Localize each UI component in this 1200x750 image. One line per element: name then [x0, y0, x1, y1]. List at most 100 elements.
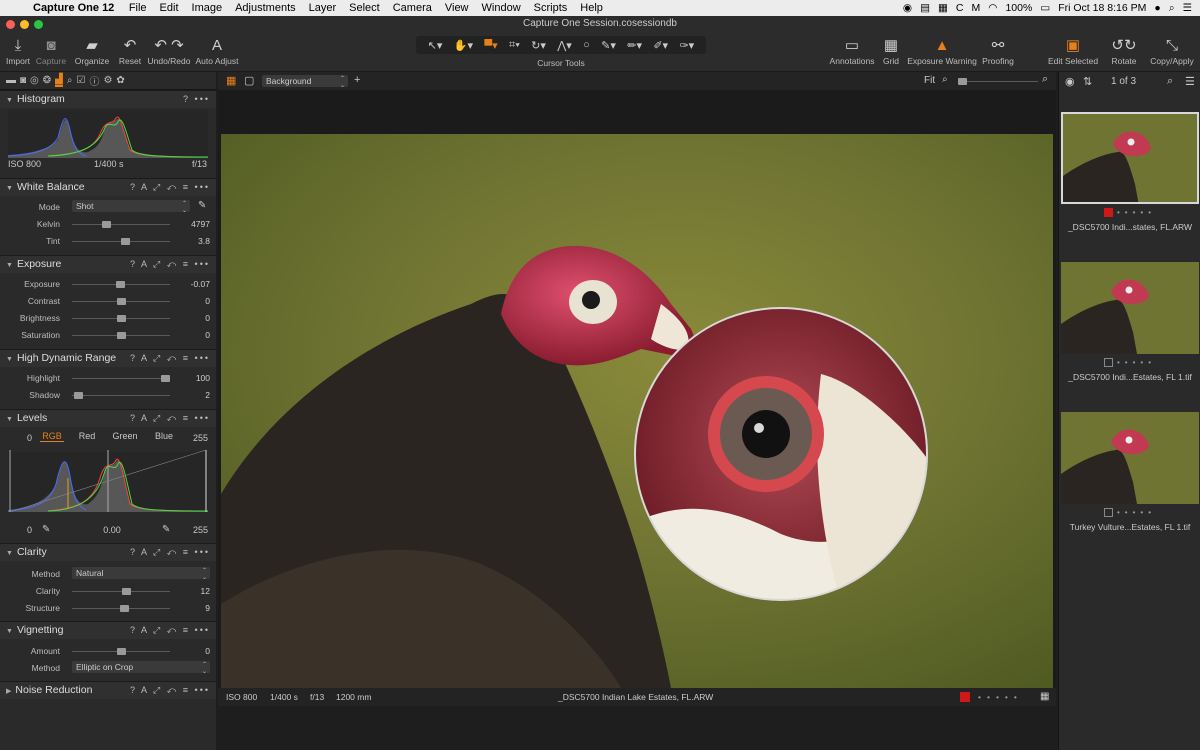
close-window-button[interactable]: [6, 19, 15, 29]
library-tab-icon[interactable]: ▬: [6, 75, 16, 86]
levels-header[interactable]: ▼ Levels ? A ⤢ ↶ ≡ •••: [0, 409, 216, 427]
levels-tab-green[interactable]: Green: [110, 431, 140, 441]
menu-window[interactable]: Window: [475, 2, 527, 14]
menu-view[interactable]: View: [438, 2, 475, 14]
hdr-track-0[interactable]: [72, 378, 170, 379]
adjustments-tab-icon[interactable]: ☑: [76, 75, 85, 86]
exposure-slider-2[interactable]: [116, 315, 126, 322]
hdr-slider-1[interactable]: [73, 392, 83, 399]
noise-reduction-header[interactable]: ▶ Noise Reduction ? A ⤢ ↶ ≡ •••: [0, 681, 216, 699]
auto-adjust-button[interactable]: A Auto Adjust: [194, 36, 240, 66]
menu-adjustments[interactable]: Adjustments: [229, 2, 303, 14]
zoom-slider[interactable]: [958, 78, 967, 85]
rotate-cursor-icon[interactable]: ↻▾: [531, 39, 546, 52]
thumbnail-color-tag[interactable]: [1103, 208, 1113, 218]
levels-tab-blue[interactable]: Blue: [152, 431, 176, 441]
hdr-value-0[interactable]: 100: [170, 373, 210, 383]
select-cursor-icon[interactable]: ↖▾: [428, 39, 443, 52]
levels-histogram[interactable]: [8, 448, 208, 514]
capture-tab-icon[interactable]: ◙: [20, 75, 26, 86]
vignetting-tools[interactable]: ? A ⤢ ↶ ≡ •••: [130, 622, 210, 639]
clarity-slider-0[interactable]: [121, 588, 131, 595]
menu-edit[interactable]: Edit: [153, 2, 185, 14]
sort-icon[interactable]: ⇅: [1083, 75, 1092, 88]
levels-output-high[interactable]: 255: [180, 525, 208, 535]
tint-value[interactable]: 3.8: [170, 236, 210, 246]
import-button[interactable]: ⤓ Import: [4, 36, 32, 66]
organize-button[interactable]: ▰ Organize: [72, 36, 112, 66]
thumbnail-rating[interactable]: •••••: [1059, 508, 1200, 518]
exposure-value-1[interactable]: 0: [170, 296, 210, 306]
multi-view-icon[interactable]: ▦: [226, 74, 236, 87]
thumbnail-rating[interactable]: •••••: [1059, 208, 1200, 218]
hdr-header[interactable]: ▼ High Dynamic Range ? A ⤢ ↶ ≡ •••: [0, 349, 216, 367]
menu-scripts[interactable]: Scripts: [527, 2, 574, 14]
spotlight-icon[interactable]: ⌕: [1169, 2, 1175, 15]
exposure-value-3[interactable]: 0: [170, 330, 210, 340]
user-icon[interactable]: ●: [1154, 2, 1160, 14]
exposure-value-0[interactable]: -0.07: [170, 279, 210, 289]
main-photo[interactable]: [221, 134, 1053, 688]
wb-mode-select[interactable]: Shot: [72, 200, 190, 214]
kelvin-value[interactable]: 4797: [170, 219, 210, 229]
reset-button[interactable]: ↶ Reset: [116, 36, 144, 66]
zoom-track[interactable]: [958, 81, 1038, 82]
levels-tools[interactable]: ? A ⤢ ↶ ≡ •••: [130, 410, 210, 427]
white-picker-icon[interactable]: ✎: [162, 524, 170, 535]
exposure-slider-3[interactable]: [116, 332, 126, 339]
thumbnail-image[interactable]: [1061, 112, 1199, 204]
filmstrip-icon[interactable]: ▦: [938, 2, 948, 14]
battery-icon[interactable]: ▭: [1040, 2, 1050, 14]
notification-icon[interactable]: ☰: [1183, 2, 1192, 14]
clarity-header[interactable]: ▼ Clarity ? A ⤢ ↶ ≡ •••: [0, 543, 216, 561]
clarity-value-0[interactable]: 12: [170, 586, 210, 596]
thumbnail-rating[interactable]: •••••: [1059, 358, 1200, 368]
zoom-window-button[interactable]: [34, 19, 43, 29]
rotate-button[interactable]: ↺↻ Rotate: [1106, 36, 1142, 66]
white-balance-tools[interactable]: ? A ⤢ ↶ ≡ •••: [130, 179, 210, 196]
levels-tab-red[interactable]: Red: [74, 431, 100, 441]
edit-selected-button[interactable]: ▣ Edit Selected: [1046, 36, 1100, 66]
menu-help[interactable]: Help: [574, 2, 610, 14]
capture-button[interactable]: ◙ Capture: [34, 36, 68, 66]
exposure-tools[interactable]: ? A ⤢ ↶ ≡ •••: [130, 256, 210, 273]
white-balance-header[interactable]: ▼ White Balance ? A ⤢ ↶ ≡ •••: [0, 178, 216, 196]
spot-cursor-icon[interactable]: ○: [583, 39, 590, 51]
menu-image[interactable]: Image: [185, 2, 229, 14]
levels-tab-rgb[interactable]: RGB: [40, 431, 64, 442]
thumbnail-image[interactable]: [1061, 262, 1199, 354]
clock[interactable]: Fri Oct 18 8:16 PM: [1058, 2, 1146, 14]
battery-label[interactable]: 100%: [1005, 2, 1032, 14]
eye-icon[interactable]: ◉: [1065, 75, 1075, 88]
star-rating[interactable]: •••••: [978, 688, 1023, 706]
hdr-value-1[interactable]: 2: [170, 390, 210, 400]
undo-redo-button[interactable]: ↶ ↷ Undo/Redo: [146, 36, 192, 66]
wifi-icon[interactable]: ◠: [988, 2, 997, 14]
c-icon[interactable]: C: [956, 2, 964, 14]
info-settings-icon[interactable]: ▦: [1040, 688, 1049, 706]
hdr-track-1[interactable]: [72, 395, 170, 396]
thumbnail-color-tag[interactable]: [1103, 358, 1113, 368]
exposure-value-2[interactable]: 0: [170, 313, 210, 323]
menu-app-name[interactable]: Capture One 12: [28, 2, 122, 14]
vignetting-amount-slider[interactable]: [116, 648, 126, 655]
black-picker-icon[interactable]: ✎: [42, 524, 50, 535]
zoom-fit-label[interactable]: Fit: [924, 75, 935, 86]
styles-tab-icon[interactable]: ✿: [116, 75, 124, 86]
add-layer-icon[interactable]: +: [354, 74, 360, 86]
menu-camera[interactable]: Camera: [386, 2, 438, 14]
annotations-button[interactable]: ▭ Annotations: [828, 36, 876, 66]
levels-input-low[interactable]: 0: [8, 433, 32, 443]
tint-slider[interactable]: [120, 238, 130, 245]
zoom-out-icon[interactable]: ⌕: [942, 74, 948, 85]
copy-apply-button[interactable]: ⤡ Copy/Apply: [1148, 36, 1196, 66]
vignetting-amount-value[interactable]: 0: [170, 646, 210, 656]
levels-input-high[interactable]: 255: [180, 433, 208, 443]
browser-menu-icon[interactable]: ☰: [1185, 75, 1195, 88]
exposure-header[interactable]: ▼ Exposure ? A ⤢ ↶ ≡ •••: [0, 255, 216, 273]
status-icon[interactable]: ◉: [903, 2, 912, 14]
exposure-slider-1[interactable]: [116, 298, 126, 305]
minimize-window-button[interactable]: [20, 19, 29, 29]
annotate-cursor-icon[interactable]: ✑▾: [679, 39, 694, 52]
vignetting-header[interactable]: ▼ Vignetting ? A ⤢ ↶ ≡ •••: [0, 621, 216, 639]
